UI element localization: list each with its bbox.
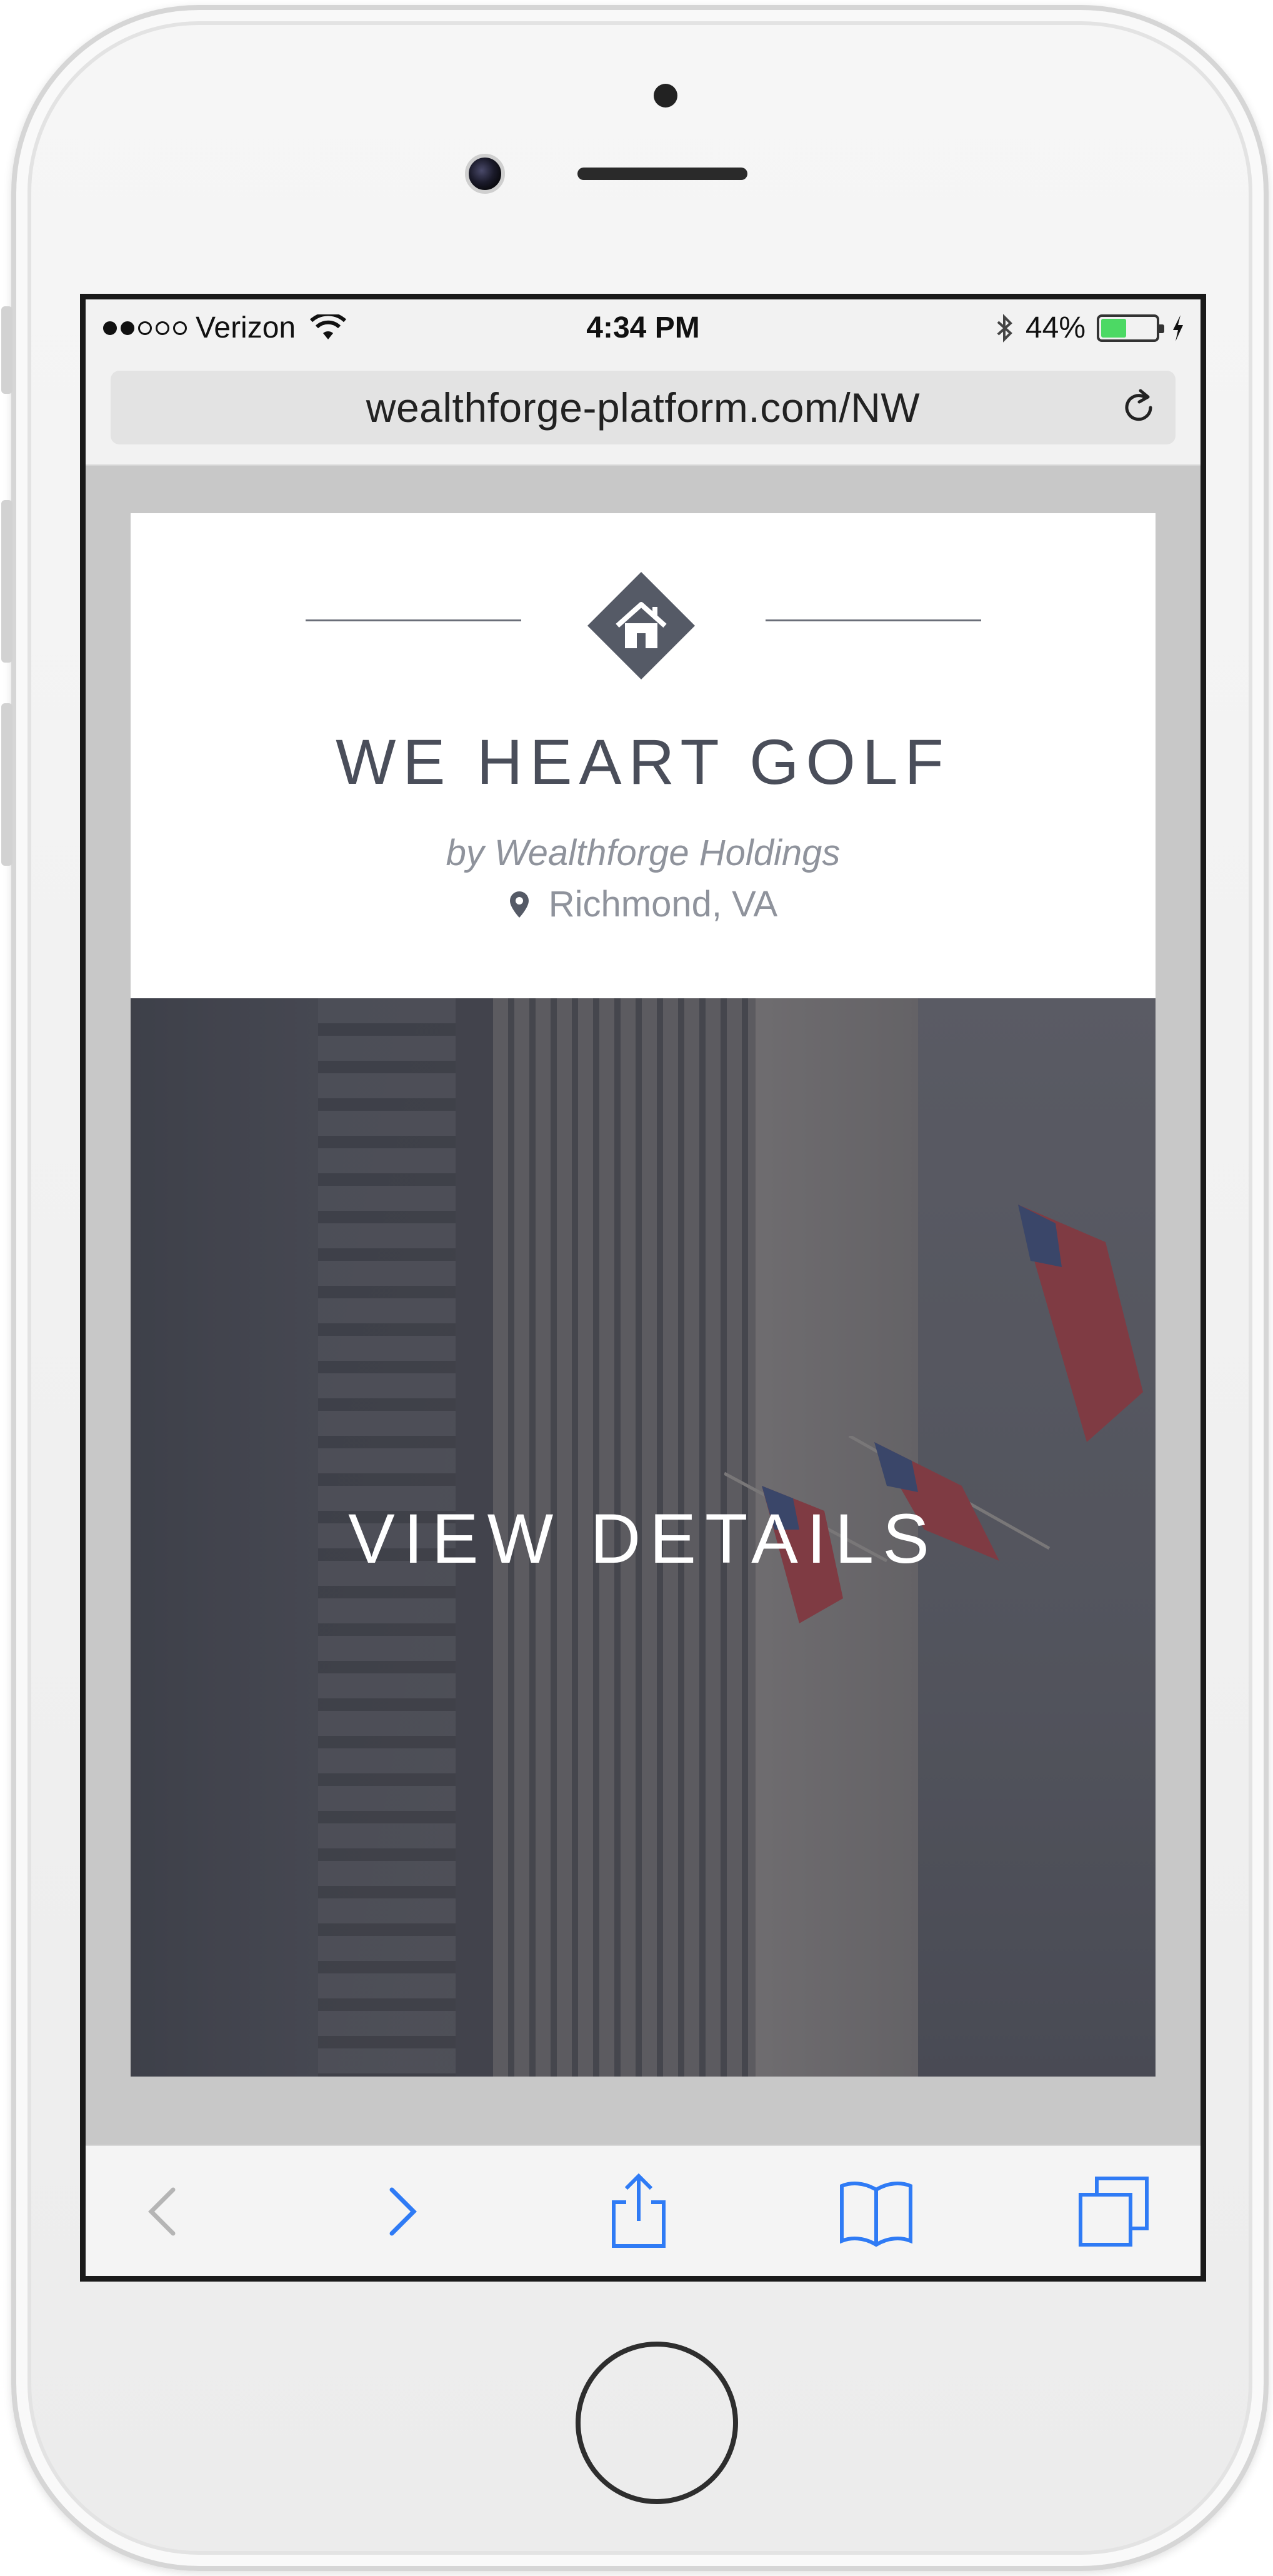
browser-header: wealthforge-platform.com/NW (86, 359, 1201, 466)
back-chevron-icon[interactable] (123, 2171, 204, 2252)
listing-card-header[interactable]: WE HEART GOLF by Wealthforge Holdings Ri… (131, 513, 1156, 998)
bookmarks-icon[interactable] (836, 2171, 917, 2252)
status-bar: Verizon 4:34 PM 44% (86, 299, 1201, 359)
bluetooth-icon (997, 313, 1012, 343)
address-bar[interactable]: wealthforge-platform.com/NW (111, 371, 1176, 444)
phone-screen: Verizon 4:34 PM 44% wealthforge-platform… (80, 294, 1206, 2282)
charging-bolt-icon (1173, 314, 1183, 341)
front-camera (465, 154, 505, 194)
earpiece-speaker (577, 168, 747, 180)
listing-title: WE HEART GOLF (336, 726, 951, 798)
volume-up-button[interactable] (1, 500, 12, 663)
proximity-sensor (654, 84, 677, 108)
battery-percent: 44% (1025, 311, 1086, 344)
reload-icon[interactable] (1119, 388, 1158, 427)
location-text: Richmond, VA (548, 884, 778, 925)
battery-icon (1097, 314, 1164, 342)
home-button[interactable] (576, 2342, 738, 2504)
listing-byline: by Wealthforge Holdings (446, 833, 841, 873)
share-icon[interactable] (598, 2171, 679, 2252)
listing-hero-image[interactable]: VIEW DETAILS (131, 998, 1156, 2077)
tabs-icon[interactable] (1073, 2171, 1154, 2252)
forward-chevron-icon[interactable] (361, 2171, 442, 2252)
web-content: WE HEART GOLF by Wealthforge Holdings Ri… (86, 466, 1201, 2153)
house-icon (580, 564, 702, 687)
listing-location: Richmond, VA (131, 883, 1156, 925)
view-details-link[interactable]: VIEW DETAILS (131, 1498, 1156, 1579)
map-pin-icon (509, 891, 529, 918)
browser-toolbar (86, 2145, 1201, 2276)
mute-switch[interactable] (1, 306, 12, 394)
header-divider-left (306, 619, 521, 621)
url-text: wealthforge-platform.com/NW (366, 384, 921, 431)
volume-down-button[interactable] (1, 703, 12, 866)
header-divider-right (766, 619, 981, 621)
